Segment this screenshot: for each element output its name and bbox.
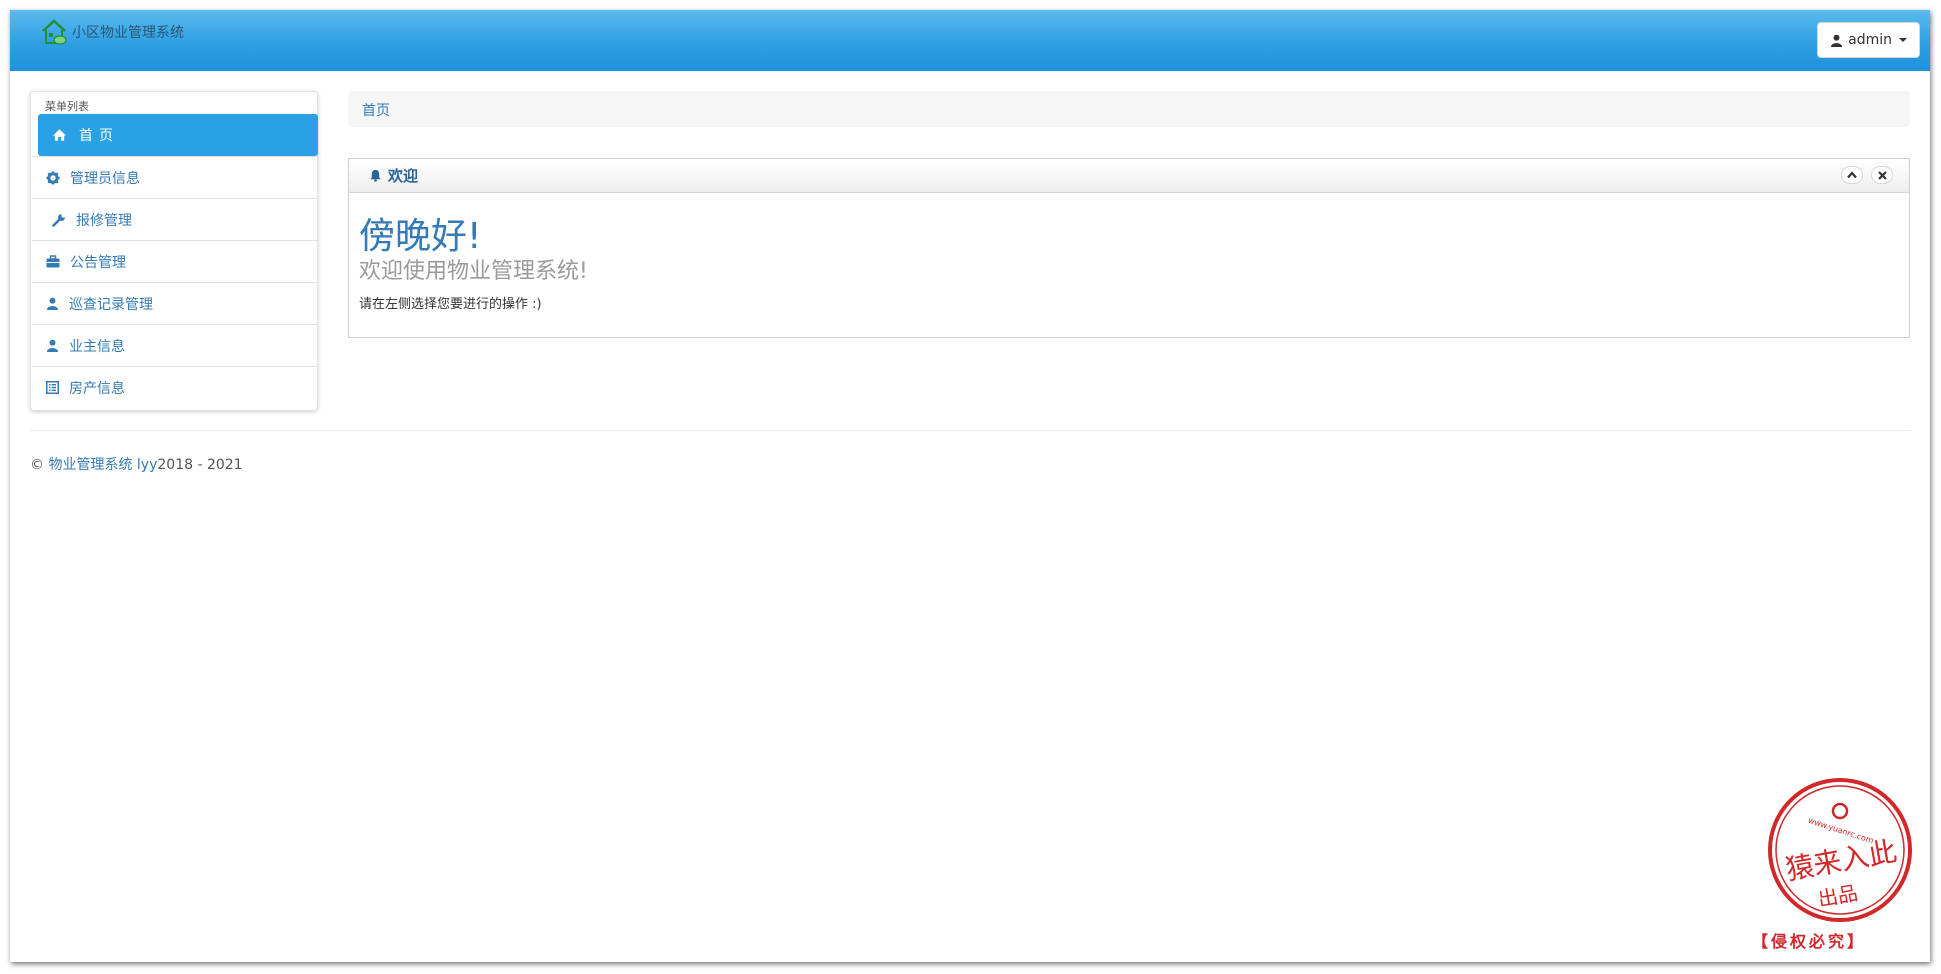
greeting-heading: 傍晚好! xyxy=(359,216,482,257)
home-icon xyxy=(52,129,67,141)
sidebar-item-label: 管理员信息 xyxy=(70,170,140,187)
sidebar-item-label: 报修管理 xyxy=(76,212,132,229)
close-button[interactable] xyxy=(1871,166,1893,184)
wrench-icon xyxy=(52,213,65,227)
stamp-sub: 出品 xyxy=(1816,881,1860,912)
sidebar-item-label: 公告管理 xyxy=(70,254,126,271)
sidebar-header: 菜单列表 xyxy=(45,100,89,113)
watermark-caption: 【侵权必究】 xyxy=(1752,932,1867,951)
caret-down-icon xyxy=(1899,38,1907,42)
sidebar-item-label: 房产信息 xyxy=(69,380,125,397)
user-name: admin xyxy=(1848,32,1892,48)
collapse-button[interactable] xyxy=(1841,166,1863,184)
welcome-panel-body: 傍晚好! 欢迎使用物业管理系统! 请在左侧选择您要进行的操作 :) xyxy=(349,193,1909,313)
footer-link[interactable]: 物业管理系统 lyy xyxy=(48,457,157,473)
footer: © 物业管理系统 lyy2018 - 2021 xyxy=(30,454,243,474)
breadcrumb: 首页 xyxy=(348,91,1910,127)
instruction-text: 请在左侧选择您要进行的操作 :) xyxy=(359,297,542,312)
sidebar-item-announcements[interactable]: 公告管理 xyxy=(32,240,318,282)
welcome-panel-title: 欢迎 xyxy=(388,167,419,185)
sidebar-item-label: 巡查记录管理 xyxy=(69,296,153,313)
footer-years: 2018 - 2021 xyxy=(157,457,243,473)
chevron-up-icon xyxy=(1847,171,1857,179)
copyright-symbol: © xyxy=(30,457,44,473)
sidebar-item-home[interactable]: 首页 xyxy=(38,114,318,156)
close-icon xyxy=(1877,170,1887,180)
sidebar-item-patrol-records[interactable]: 巡查记录管理 xyxy=(32,282,318,324)
list-alt-icon xyxy=(46,381,59,394)
welcome-subtitle: 欢迎使用物业管理系统! xyxy=(359,259,588,284)
sidebar-item-label: 业主信息 xyxy=(69,338,125,355)
sidebar-item-admin-info[interactable]: 管理员信息 xyxy=(32,156,318,198)
welcome-panel: 欢迎 傍晚好! 欢迎使用物业管理系统! 请在左侧选择您要进行的操作 :) xyxy=(348,158,1910,338)
house-logo-icon xyxy=(42,19,67,45)
gear-icon xyxy=(46,171,60,184)
app-window: 小区物业管理系统 admin 菜单列表 首页 管理员信息 报修管理 公告管理 巡… xyxy=(10,10,1930,962)
sidebar-menu: 菜单列表 首页 管理员信息 报修管理 公告管理 巡查记录管理 业主信息 房产信息 xyxy=(30,91,318,411)
breadcrumb-home-link[interactable]: 首页 xyxy=(362,103,390,119)
user-menu-button[interactable]: admin xyxy=(1817,22,1920,58)
brand[interactable]: 小区物业管理系统 xyxy=(40,17,184,47)
footer-divider xyxy=(30,430,1910,431)
stamp-text: 猿来入此 xyxy=(1783,835,1899,887)
top-navbar: 小区物业管理系统 admin xyxy=(10,10,1930,71)
user-icon xyxy=(46,339,59,352)
user-icon xyxy=(46,297,59,310)
briefcase-icon xyxy=(46,255,60,268)
sidebar-item-repairs[interactable]: 报修管理 xyxy=(32,198,318,240)
sidebar-item-properties[interactable]: 房产信息 xyxy=(32,366,318,408)
user-icon xyxy=(1831,34,1843,47)
panel-tools xyxy=(1841,166,1893,184)
bell-icon xyxy=(370,169,381,182)
sidebar-item-owners[interactable]: 业主信息 xyxy=(32,324,318,366)
welcome-panel-header: 欢迎 xyxy=(349,159,1909,193)
sidebar-item-label: 首页 xyxy=(79,128,119,144)
app-title: 小区物业管理系统 xyxy=(72,25,184,41)
